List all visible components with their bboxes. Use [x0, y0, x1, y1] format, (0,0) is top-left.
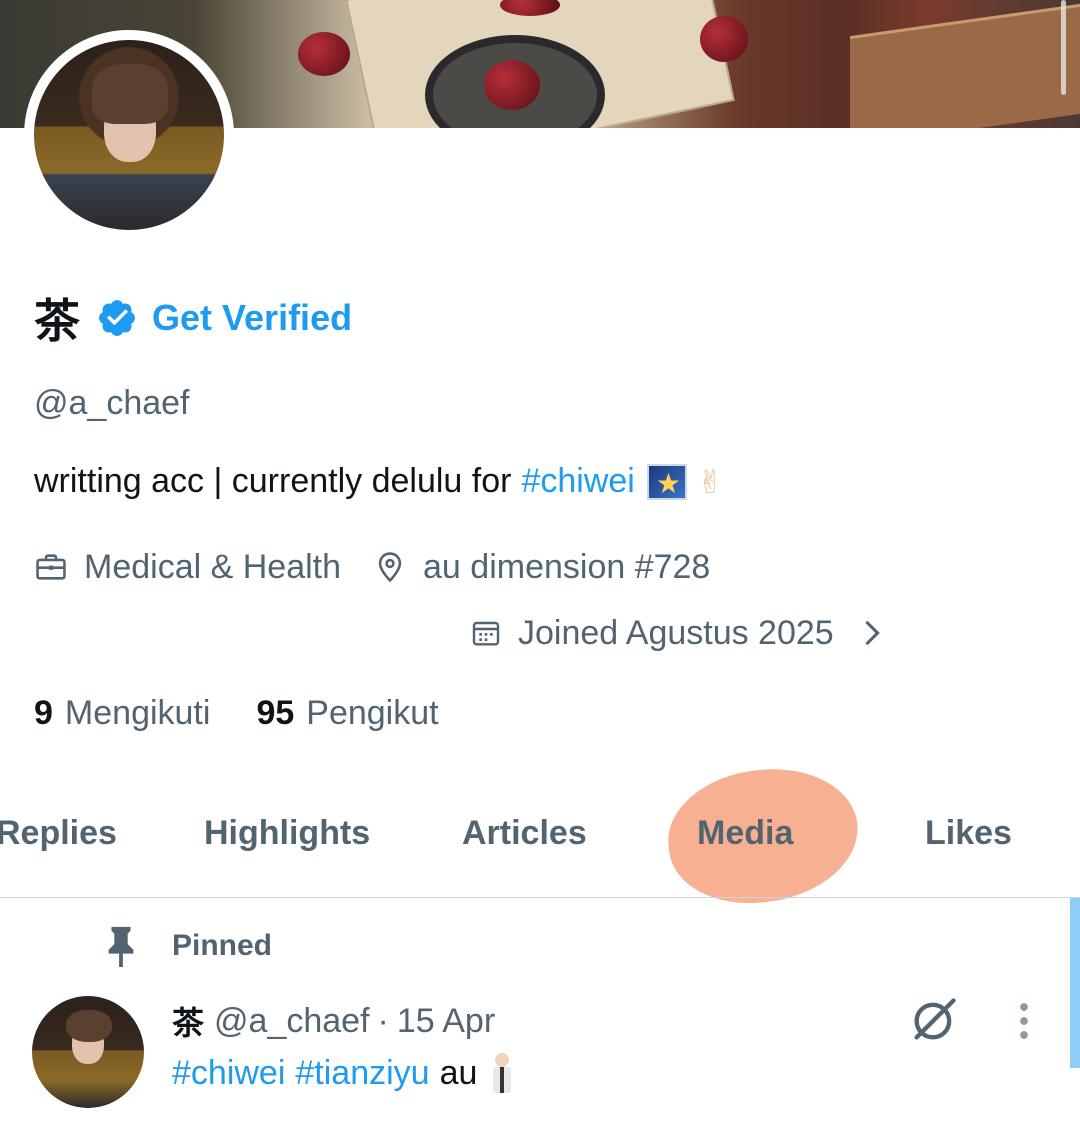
chevron-right-icon[interactable]	[860, 619, 884, 647]
post-accent-bar	[1070, 898, 1080, 1068]
tab-highlights[interactable]: Highlights	[204, 814, 370, 853]
banner-box	[850, 3, 1080, 128]
post-date[interactable]: 15 Apr	[397, 1002, 495, 1041]
post-separator: ·	[377, 1001, 389, 1040]
profile-location: au dimension #728	[423, 547, 711, 586]
pinned-label: Pinned	[172, 929, 273, 962]
bio-hashtag-link[interactable]: #chiwei	[521, 462, 634, 501]
calendar-icon	[472, 621, 500, 646]
shooting-star-icon	[646, 463, 687, 500]
tab-articles[interactable]: Articles	[462, 814, 587, 853]
followers-label: Pengikut	[306, 693, 439, 732]
banner-cherry	[298, 32, 350, 76]
followers-count: 95	[256, 693, 295, 732]
bio-text: writting acc | currently delulu for	[34, 462, 512, 500]
pinned-indicator: Pinned	[104, 924, 272, 968]
tab-media[interactable]: Media	[697, 814, 793, 853]
post-text: #chiwei #tianziyu au	[172, 1050, 513, 1096]
post-author-avatar[interactable]	[32, 996, 144, 1108]
profile-avatar[interactable]	[34, 40, 224, 230]
profile-joined-date: Joined Agustus 2025	[518, 613, 834, 652]
post-header: 茶 @a_chaef · 15 Apr	[172, 998, 495, 1044]
more-options-icon[interactable]	[1012, 1000, 1036, 1042]
banner-cherry	[484, 60, 540, 110]
profile-tabs: Replies Highlights Articles Media Likes	[0, 780, 1080, 898]
verified-badge-icon[interactable]	[96, 297, 138, 339]
following-link[interactable]: 9 Mengikuti	[34, 694, 210, 733]
post-author-name[interactable]: 茶	[172, 998, 204, 1044]
profile-join-row[interactable]: Joined Agustus 2025	[470, 610, 884, 656]
tab-replies[interactable]: Replies	[0, 814, 117, 853]
profile-name-row: 茶 Get Verified	[34, 290, 352, 348]
follow-stats: 9 Mengikuti 95 Pengikut	[34, 690, 439, 736]
profile-meta-row: Medical & Health au dimension #728	[34, 544, 710, 590]
location-pin-icon	[378, 552, 402, 583]
post-body-text: au	[439, 1053, 478, 1092]
person-in-suit-icon	[491, 1053, 513, 1093]
briefcase-icon	[36, 554, 66, 580]
avatar-hair	[66, 1010, 112, 1042]
profile-bio: writting acc | currently delulu for #chi…	[34, 462, 724, 501]
grok-icon[interactable]	[908, 994, 960, 1046]
post-author-handle[interactable]: @a_chaef	[214, 1002, 370, 1041]
pin-icon	[108, 926, 134, 967]
following-count: 9	[34, 693, 53, 732]
profile-handle: @a_chaef	[34, 384, 190, 422]
post-hashtag-link[interactable]: #chiwei	[172, 1054, 285, 1093]
tab-likes[interactable]: Likes	[925, 814, 1012, 853]
avatar-hair	[92, 64, 168, 124]
display-name: 茶	[34, 294, 80, 348]
banner-cherry	[700, 16, 748, 62]
sign-of-horns-icon: ✌	[696, 462, 724, 501]
profile-category: Medical & Health	[84, 547, 342, 586]
scrollbar[interactable]	[1061, 0, 1066, 95]
following-label: Mengikuti	[64, 693, 211, 732]
post-hashtag-link[interactable]: #tianziyu	[295, 1054, 429, 1093]
followers-link[interactable]: 95 Pengikut	[256, 694, 438, 733]
get-verified-link[interactable]: Get Verified	[152, 297, 352, 339]
